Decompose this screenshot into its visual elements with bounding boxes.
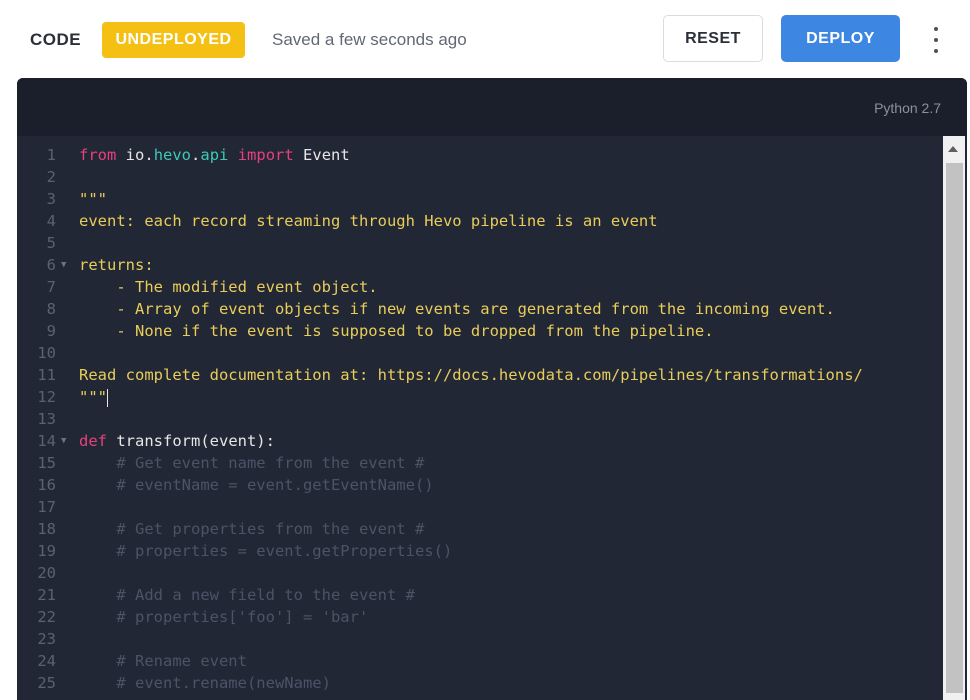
- kebab-menu-icon[interactable]: [924, 24, 948, 56]
- code-area[interactable]: 1 from io.hevo.api import Event 2 3 """ 4e…: [17, 144, 941, 700]
- line-number: 24: [37, 652, 56, 670]
- code-line: 14 ▼ def transform(event):: [17, 430, 941, 452]
- code-line: 24 # Rename event: [17, 650, 941, 672]
- top-bar: CODE UNDEPLOYED Saved a few seconds ago …: [0, 0, 970, 78]
- line-number: 11: [37, 366, 56, 384]
- code-line: 13: [17, 408, 941, 430]
- code-line: 17: [17, 496, 941, 518]
- code-line: 5: [17, 232, 941, 254]
- line-number: 9: [46, 322, 56, 340]
- saved-status-text: Saved a few seconds ago: [272, 30, 467, 49]
- code-line: 12 """: [17, 386, 941, 408]
- code-line: 11 Read complete documentation at: https:…: [17, 364, 941, 386]
- code-line: 25 # event.rename(newName): [17, 672, 941, 694]
- line-number: 14: [37, 432, 56, 450]
- line-number: 6: [46, 256, 56, 274]
- line-number: 19: [37, 542, 56, 560]
- code-line: 4 event: each record streaming through He…: [17, 210, 941, 232]
- code-line: 18 # Get properties from the event #: [17, 518, 941, 540]
- code-line: 8 - Array of event objects if new events…: [17, 298, 941, 320]
- code-line: 2: [17, 166, 941, 188]
- code-line: 21 # Add a new field to the event #: [17, 584, 941, 606]
- language-label: Python 2.7: [874, 100, 941, 116]
- line-number: 23: [37, 630, 56, 648]
- deploy-button[interactable]: DEPLOY: [781, 15, 900, 62]
- line-number: 17: [37, 498, 56, 516]
- line-number: 20: [37, 564, 56, 582]
- line-number: 4: [46, 212, 56, 230]
- line-number: 18: [37, 520, 56, 538]
- code-line: 20: [17, 562, 941, 584]
- line-number: 12: [37, 388, 56, 406]
- line-number: 1: [46, 146, 56, 164]
- line-number: 13: [37, 410, 56, 428]
- code-editor[interactable]: Python 2.7 1 from io.hevo.api import Even…: [17, 78, 967, 700]
- line-number: 22: [37, 608, 56, 626]
- scroll-up-arrow-icon[interactable]: [948, 146, 958, 152]
- code-line: 10: [17, 342, 941, 364]
- code-line: 22 # properties['foo'] = 'bar': [17, 606, 941, 628]
- fold-arrow-icon[interactable]: ▼: [61, 254, 66, 276]
- code-line: 1 from io.hevo.api import Event: [17, 144, 941, 166]
- line-number: 16: [37, 476, 56, 494]
- page-title: CODE: [30, 30, 82, 49]
- line-number: 5: [46, 234, 56, 252]
- line-number: 25: [37, 674, 56, 692]
- code-line: 19 # properties = event.getProperties(): [17, 540, 941, 562]
- scrollbar-thumb[interactable]: [946, 163, 963, 693]
- code-line: 23: [17, 628, 941, 650]
- line-number: 7: [46, 278, 56, 296]
- editor-header: Python 2.7: [17, 78, 967, 136]
- line-number: 3: [46, 190, 56, 208]
- fold-arrow-icon[interactable]: ▼: [61, 430, 66, 452]
- line-number: 8: [46, 300, 56, 318]
- line-number: 15: [37, 454, 56, 472]
- reset-button[interactable]: RESET: [663, 15, 763, 62]
- code-line: 3 """: [17, 188, 941, 210]
- line-number: 21: [37, 586, 56, 604]
- line-number: 2: [46, 168, 56, 186]
- line-number: 10: [37, 344, 56, 362]
- status-badge: UNDEPLOYED: [102, 22, 245, 58]
- code-line: 9 - None if the event is supposed to be …: [17, 320, 941, 342]
- code-line: 15 # Get event name from the event #: [17, 452, 941, 474]
- code-line: 16 # eventName = event.getEventName(): [17, 474, 941, 496]
- code-line: 7 - The modified event object.: [17, 276, 941, 298]
- code-line: 6 ▼ returns:: [17, 254, 941, 276]
- keyword-from: from: [79, 146, 117, 164]
- text-cursor: [107, 388, 108, 407]
